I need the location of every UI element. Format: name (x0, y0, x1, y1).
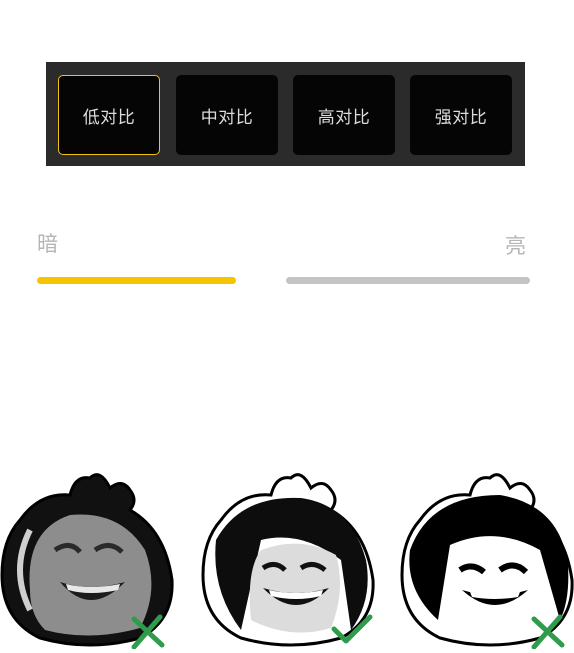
medium-contrast-button[interactable]: 中对比 (176, 75, 278, 155)
dark-label: 暗 (37, 232, 58, 256)
check-icon (330, 613, 374, 645)
slider-track-filled[interactable] (37, 277, 236, 284)
cross-icon (530, 613, 566, 650)
contrast-selector-panel: 低对比 中对比 高对比 强对比 (46, 62, 525, 166)
bright-label: 亮 (505, 234, 526, 258)
strong-contrast-button[interactable]: 强对比 (410, 75, 512, 155)
slider-track-empty[interactable] (286, 277, 530, 284)
high-contrast-button[interactable]: 高对比 (293, 75, 395, 155)
cross-icon (130, 613, 166, 650)
low-contrast-button[interactable]: 低对比 (58, 75, 160, 155)
